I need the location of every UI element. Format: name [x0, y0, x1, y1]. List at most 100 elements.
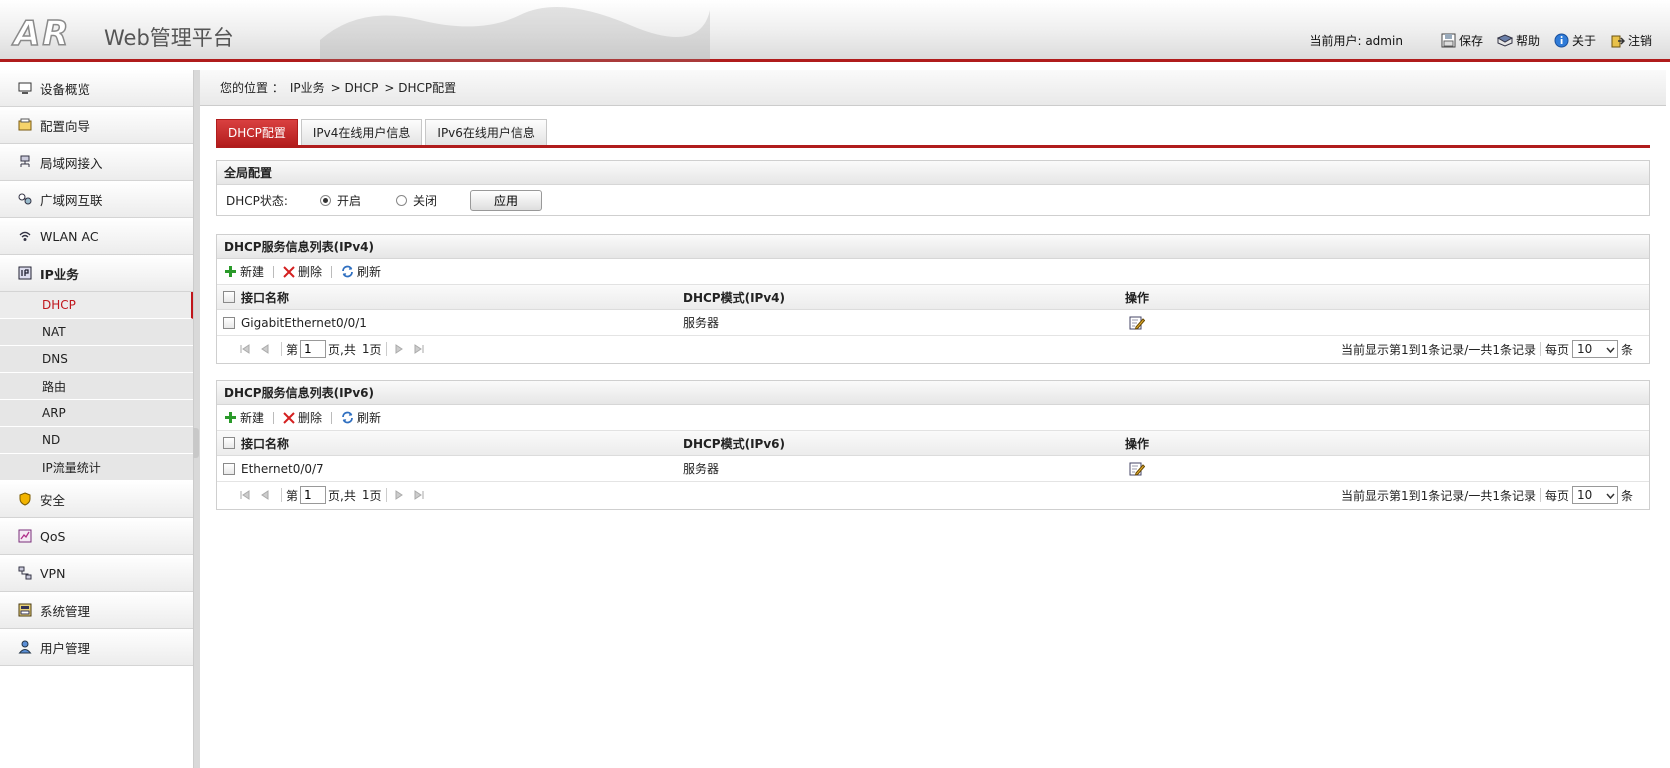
world-map-decoration [320, 7, 710, 62]
wizard-icon [18, 118, 32, 131]
lan-icon [20, 155, 30, 167]
delete-x-icon [283, 411, 295, 424]
first-page-button[interactable] [237, 341, 253, 357]
sidebar-subitem-dns[interactable]: DNS [0, 346, 193, 373]
dhcp-ipv6-list-panel: DHCP服务信息列表(IPv6) 新建 删除 刷新 接口名称 DHCP模式(IP… [216, 380, 1650, 510]
sidebar-collapse-handle[interactable] [193, 428, 199, 458]
row-checkbox[interactable] [223, 462, 235, 475]
tab-ipv6-online-users[interactable]: IPv6在线用户信息 [425, 119, 547, 145]
table-row: Ethernet0/0/7 服务器 [217, 456, 1649, 482]
column-header-interface: 接口名称 [241, 436, 290, 451]
dhcp-enable-radio[interactable]: 开启 [320, 192, 396, 209]
delete-label: 删除 [298, 411, 323, 425]
sidebar-subitem-ip-traffic-stats[interactable]: IP流量统计 [0, 454, 193, 481]
sidebar-subitem-routing[interactable]: 路由 [0, 373, 193, 400]
pager-separator [385, 342, 387, 356]
select-all-checkbox[interactable] [223, 291, 235, 303]
refresh-icon [342, 265, 353, 278]
tab-dhcp-config[interactable]: DHCP配置 [216, 119, 298, 145]
cell-interface: GigabitEthernet0/0/1 [241, 315, 367, 330]
sidebar-item-security[interactable]: 安全 [0, 481, 193, 518]
chevron-down-icon [1606, 347, 1615, 353]
per-page-label: 每页 [1544, 342, 1569, 357]
sidebar-item-vpn[interactable]: VPN [0, 555, 193, 592]
wan-icon [18, 193, 32, 205]
sidebar-item-system-management[interactable]: 系统管理 [0, 592, 193, 629]
first-page-button[interactable] [237, 487, 253, 503]
sidebar-item-label: 系统管理 [40, 603, 91, 619]
apply-button[interactable]: 应用 [470, 189, 542, 211]
total-pages: 1 [361, 488, 370, 502]
per-page-value: 10 [1576, 342, 1593, 356]
per-page-unit: 条 [1620, 342, 1633, 357]
next-page-button[interactable] [391, 341, 407, 357]
column-header-operation: 操作 [1125, 290, 1150, 305]
sidebar-item-label: QoS [40, 528, 66, 544]
about-button[interactable]: 关于 [1554, 32, 1596, 49]
cell-mode: 服务器 [683, 316, 720, 330]
delete-button[interactable]: 删除 [283, 409, 322, 426]
plus-icon [225, 412, 236, 423]
monitor-icon [18, 82, 32, 94]
pager: 第 页,共 1 页 当前显示第1到1条记录/一共1条记录 每页 10 条 [217, 482, 1649, 508]
pager-separator [1539, 488, 1541, 502]
last-page-button[interactable] [411, 341, 427, 357]
save-label: 保存 [1458, 34, 1483, 48]
prev-page-button[interactable] [257, 341, 273, 357]
sidebar-item-label: 设备概览 [40, 81, 91, 97]
next-page-button[interactable] [391, 487, 407, 503]
row-checkbox[interactable] [223, 316, 235, 329]
delete-button[interactable]: 删除 [283, 263, 322, 280]
pager-separator [1539, 342, 1541, 356]
sidebar: 设备概览 配置向导 局域网接入 广域网互联 WLAN AC IP业务 DHCP … [0, 70, 194, 768]
edit-icon[interactable] [1129, 461, 1145, 477]
sidebar-item-label: VPN [40, 565, 66, 581]
prev-page-button[interactable] [257, 487, 273, 503]
tab-ipv4-online-users[interactable]: IPv4在线用户信息 [300, 119, 423, 145]
sidebar-item-lan-access[interactable]: 局域网接入 [0, 144, 193, 181]
help-button[interactable]: 帮助 [1496, 32, 1540, 49]
refresh-label: 刷新 [357, 411, 382, 425]
cell-interface: Ethernet0/0/7 [241, 461, 324, 476]
sidebar-item-wlan-ac[interactable]: WLAN AC [0, 218, 193, 255]
sidebar-item-config-wizard[interactable]: 配置向导 [0, 107, 193, 144]
ip-service-icon [18, 266, 32, 280]
new-button[interactable]: 新建 [224, 263, 264, 280]
sidebar-subitem-nd[interactable]: ND [0, 427, 193, 454]
sidebar-subitem-arp[interactable]: ARP [0, 400, 193, 427]
help-book-icon [1496, 34, 1513, 47]
sidebar-item-ip-service[interactable]: IP业务 [0, 255, 193, 292]
sidebar-subitem-dhcp[interactable]: DHCP [0, 292, 193, 319]
sidebar-item-user-management[interactable]: 用户管理 [0, 629, 193, 666]
list-toolbar: 新建 删除 刷新 [217, 405, 1649, 431]
refresh-button[interactable]: 刷新 [341, 409, 381, 426]
page-number-input[interactable] [300, 486, 327, 504]
breadcrumb-prefix: 您的位置 ： [220, 81, 284, 95]
dhcp-disable-radio[interactable]: 关闭 [396, 192, 470, 209]
page-number-input[interactable] [300, 340, 327, 358]
sidebar-item-label: 广域网互联 [40, 192, 103, 208]
first-page-icon [240, 490, 250, 500]
delete-label: 删除 [298, 265, 323, 279]
per-page-select[interactable]: 10 [1571, 340, 1618, 358]
page-prefix: 第 [286, 488, 299, 503]
select-all-checkbox[interactable] [223, 437, 235, 449]
edit-icon[interactable] [1129, 315, 1145, 331]
sidebar-item-wan-interconnect[interactable]: 广域网互联 [0, 181, 193, 218]
refresh-button[interactable]: 刷新 [341, 263, 381, 280]
refresh-icon [342, 411, 353, 424]
new-button[interactable]: 新建 [224, 409, 264, 426]
info-icon [1554, 33, 1569, 48]
sidebar-item-device-overview[interactable]: 设备概览 [0, 70, 193, 107]
toolbar-separator [273, 265, 275, 278]
sidebar-item-qos[interactable]: QoS [0, 518, 193, 555]
save-button[interactable]: 保存 [1441, 32, 1483, 49]
sidebar-subitem-nat[interactable]: NAT [0, 319, 193, 346]
wireless-icon [19, 231, 31, 241]
prev-page-icon [261, 490, 269, 500]
sidebar-item-label: 安全 [40, 492, 66, 508]
last-page-button[interactable] [411, 487, 427, 503]
logout-button[interactable]: 注销 [1610, 32, 1652, 49]
per-page-select[interactable]: 10 [1571, 486, 1618, 504]
record-summary: 当前显示第1到1条记录/一共1条记录 [1341, 488, 1536, 503]
